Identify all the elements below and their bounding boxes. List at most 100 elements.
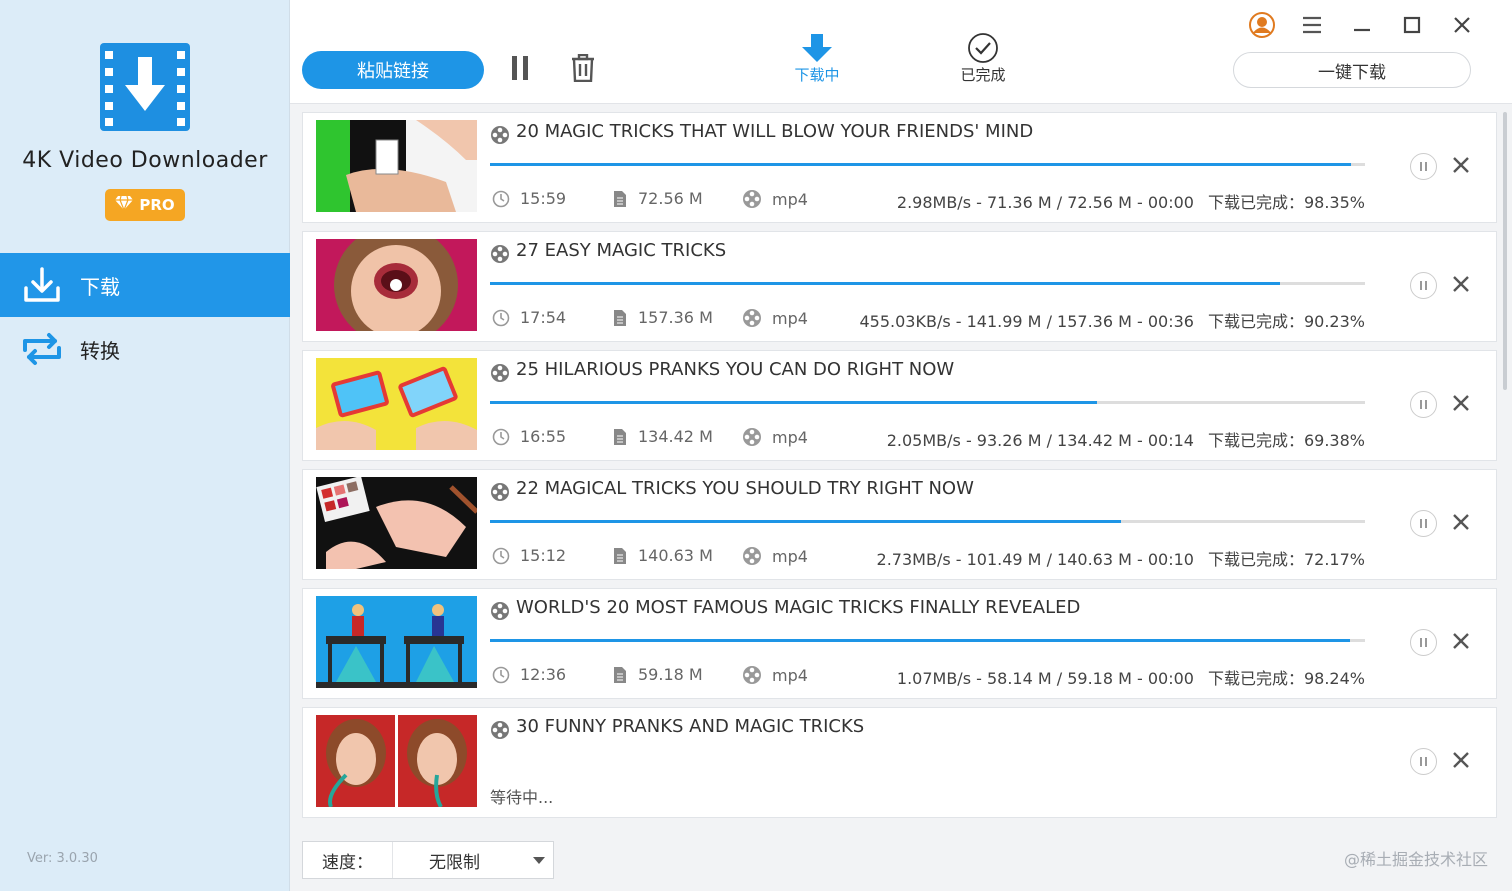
waiting-status: 等待中...	[490, 788, 554, 807]
clock-icon	[492, 428, 510, 445]
footer: 速度： 无限制 @稀土掘金技术社区	[290, 830, 1512, 891]
file-format: mp4	[742, 427, 808, 447]
film-reel-icon	[743, 309, 761, 327]
duration: 12:36	[492, 665, 566, 684]
download-stats: 2.05MB/s - 93.26 M / 134.42 M - 00:14 下载已…	[887, 427, 1365, 451]
file-icon	[614, 666, 626, 683]
clock-icon	[492, 309, 510, 326]
download-stats: 455.03KB/s - 141.99 M / 157.36 M - 00:36…	[859, 308, 1365, 332]
check-circle-icon	[938, 30, 1028, 64]
maximize-icon[interactable]	[1398, 11, 1426, 39]
percent-complete: 下载已完成：98.35%	[1207, 193, 1365, 212]
download-list: 20 MAGIC TRICKS THAT WILL BLOW YOUR FRIE…	[302, 112, 1497, 824]
video-thumbnail	[316, 596, 477, 688]
sidebar-item-convert[interactable]: 转换	[0, 317, 290, 381]
list-item[interactable]: 25 HILARIOUS PRANKS YOU CAN DO RIGHT NOW…	[302, 350, 1497, 461]
file-size: 72.56 M	[612, 189, 703, 208]
file-size: 59.18 M	[612, 665, 703, 684]
chevron-down-icon	[533, 857, 545, 864]
list-item[interactable]: WORLD'S 20 MOST FAMOUS MAGIC TRICKS FINA…	[302, 588, 1497, 699]
video-title: 25 HILARIOUS PRANKS YOU CAN DO RIGHT NOW	[516, 359, 955, 380]
app-title: 4K Video Downloader	[22, 148, 268, 173]
trash-icon[interactable]	[571, 53, 595, 83]
film-reel-icon	[490, 720, 510, 740]
file-icon	[614, 309, 626, 326]
progress-bar	[490, 520, 1365, 523]
pro-label: PRO	[139, 196, 175, 214]
tab-downloading[interactable]: 下载中	[772, 30, 862, 85]
video-thumbnail	[316, 239, 477, 331]
sidebar-item-label: 下载	[80, 274, 120, 299]
percent-complete: 下载已完成：69.38%	[1207, 431, 1365, 450]
remove-button[interactable]	[1450, 153, 1472, 177]
speed-limit-select[interactable]: 无限制	[393, 842, 553, 878]
clock-icon	[492, 666, 510, 683]
video-thumbnail	[316, 120, 477, 212]
pause-button[interactable]	[1410, 391, 1437, 418]
speed-progress-text: 1.07MB/s - 58.14 M / 59.18 M - 00:00	[896, 669, 1194, 688]
list-scrollbar[interactable]	[1503, 112, 1507, 390]
file-icon	[614, 547, 626, 564]
film-reel-icon	[743, 666, 761, 684]
watermark: @稀土掘金技术社区	[1343, 850, 1488, 869]
sidebar: 4K Video Downloader PRO 下载 转换 Ver: 3.0.3…	[0, 0, 290, 891]
list-item[interactable]: 27 EASY MAGIC TRICKS 17:54 157.36 M mp4 …	[302, 231, 1497, 342]
down-arrow-icon	[772, 30, 862, 64]
version-label: Ver: 3.0.30	[27, 851, 98, 866]
remove-button[interactable]	[1450, 748, 1472, 772]
film-reel-icon	[743, 547, 761, 565]
menu-icon[interactable]	[1298, 11, 1326, 39]
sidebar-item-download[interactable]: 下载	[0, 253, 290, 317]
list-item[interactable]: 22 MAGICAL TRICKS YOU SHOULD TRY RIGHT N…	[302, 469, 1497, 580]
remove-button[interactable]	[1450, 629, 1472, 653]
file-format: mp4	[742, 546, 808, 566]
pause-button[interactable]	[1410, 748, 1437, 775]
clock-icon	[492, 190, 510, 207]
pause-button[interactable]	[1410, 272, 1437, 299]
file-icon	[614, 428, 626, 445]
tab-completed[interactable]: 已完成	[938, 30, 1028, 85]
remove-button[interactable]	[1450, 272, 1472, 296]
file-format: mp4	[742, 189, 808, 209]
diamond-icon	[115, 195, 134, 214]
minimize-icon[interactable]	[1348, 11, 1376, 39]
list-item[interactable]: 20 MAGIC TRICKS THAT WILL BLOW YOUR FRIE…	[302, 112, 1497, 223]
account-icon[interactable]	[1248, 11, 1276, 39]
remove-button[interactable]	[1450, 510, 1472, 534]
speed-progress-text: 2.73MB/s - 101.49 M / 140.63 M - 00:10	[876, 550, 1194, 569]
speed-progress-text: 2.98MB/s - 71.36 M / 72.56 M - 00:00	[896, 193, 1194, 212]
film-reel-icon	[490, 363, 510, 383]
percent-complete: 下载已完成：98.24%	[1207, 669, 1365, 688]
list-item[interactable]: 30 FUNNY PRANKS AND MAGIC TRICKS 等待中...	[302, 707, 1497, 818]
download-stats: 2.73MB/s - 101.49 M / 140.63 M - 00:10 下载…	[877, 546, 1365, 570]
app-logo-icon	[100, 43, 190, 131]
percent-complete: 下载已完成：90.23%	[1207, 312, 1365, 331]
pro-badge[interactable]: PRO	[105, 189, 185, 221]
file-format: mp4	[742, 665, 808, 685]
film-reel-icon	[490, 601, 510, 621]
progress-bar	[490, 163, 1365, 166]
pause-button[interactable]	[1410, 510, 1437, 537]
download-stats: 2.98MB/s - 71.36 M / 72.56 M - 00:00 下载已完…	[897, 189, 1365, 213]
progress-bar	[490, 639, 1365, 642]
duration: 17:54	[492, 308, 566, 327]
pause-button[interactable]	[1410, 153, 1437, 180]
paste-link-button[interactable]: 粘贴链接	[302, 51, 484, 89]
duration: 15:12	[492, 546, 566, 565]
film-reel-icon	[490, 244, 510, 264]
video-title: 30 FUNNY PRANKS AND MAGIC TRICKS	[516, 716, 865, 737]
one-click-download-button[interactable]: 一键下载	[1233, 52, 1471, 88]
file-icon	[614, 190, 626, 207]
remove-button[interactable]	[1450, 391, 1472, 415]
pause-button[interactable]	[1410, 629, 1437, 656]
progress-bar	[490, 401, 1365, 404]
file-size: 157.36 M	[612, 308, 713, 327]
speed-limit-control: 速度： 无限制	[302, 841, 554, 879]
file-size: 140.63 M	[612, 546, 713, 565]
pause-all-icon[interactable]	[512, 56, 534, 82]
video-title: 22 MAGICAL TRICKS YOU SHOULD TRY RIGHT N…	[516, 478, 974, 499]
film-reel-icon	[490, 125, 510, 145]
clock-icon	[492, 547, 510, 564]
speed-progress-text: 455.03KB/s - 141.99 M / 157.36 M - 00:36	[859, 312, 1194, 331]
close-icon[interactable]	[1448, 11, 1476, 39]
